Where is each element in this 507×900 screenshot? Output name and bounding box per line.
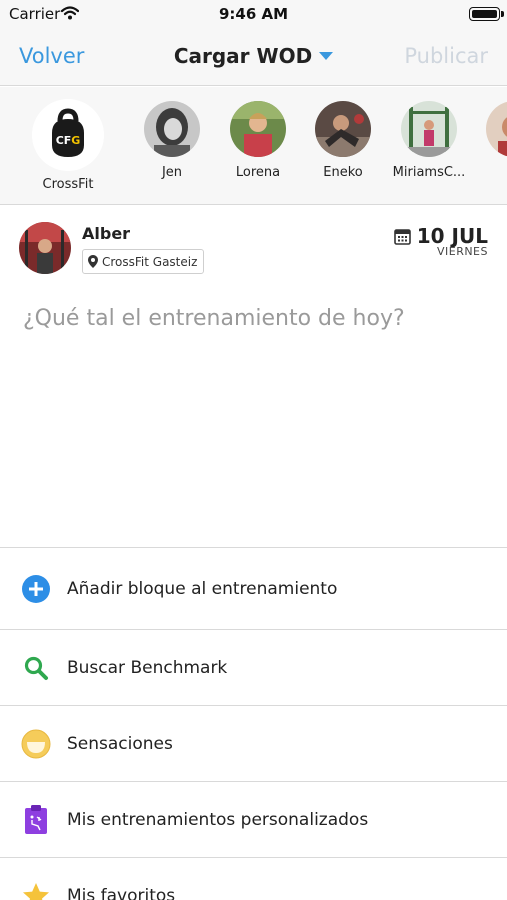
user-avatar[interactable] bbox=[19, 222, 71, 274]
calendar-icon bbox=[393, 228, 411, 245]
battery-icon bbox=[469, 7, 504, 21]
menu-item-label: Sensaciones bbox=[67, 733, 173, 754]
avatar bbox=[486, 101, 507, 157]
avatar bbox=[401, 101, 457, 157]
crossfit-logo: CFG bbox=[32, 99, 104, 171]
user-name[interactable]: Alber bbox=[82, 224, 130, 243]
story-label: Lorena bbox=[235, 165, 281, 180]
menu-item-label: Añadir bloque al entrenamiento bbox=[67, 578, 338, 599]
story-label: CrossFit bbox=[42, 177, 94, 192]
avatar bbox=[230, 101, 286, 157]
favorites-button[interactable]: Mis favoritos bbox=[0, 857, 507, 900]
clipboard-icon bbox=[21, 804, 51, 835]
story-label: A bbox=[469, 165, 507, 180]
location-pin-icon bbox=[88, 255, 98, 268]
story-eneko[interactable]: Eneko bbox=[298, 101, 388, 180]
avatar bbox=[315, 101, 371, 157]
publish-button[interactable]: Publicar bbox=[404, 44, 488, 68]
community-row: CFG CrossFit Jen Lorena Eneko MiriamsC..… bbox=[0, 87, 507, 205]
story-miriamsc[interactable]: MiriamsC... bbox=[384, 101, 474, 180]
add-circle-icon bbox=[21, 574, 51, 604]
story-label: Jen bbox=[161, 165, 183, 180]
story-partial[interactable]: A bbox=[469, 101, 507, 180]
story-label: MiriamsC... bbox=[392, 165, 466, 180]
story-jen[interactable]: Jen bbox=[127, 101, 217, 180]
sensations-button[interactable]: Sensaciones bbox=[0, 705, 507, 781]
add-block-button[interactable]: Añadir bloque al entrenamiento bbox=[0, 547, 507, 629]
workout-text-input[interactable]: ¿Qué tal el entrenamiento de hoy? bbox=[23, 306, 405, 331]
menu-item-label: Mis favoritos bbox=[67, 885, 176, 900]
custom-workouts-button[interactable]: Mis entrenamientos personalizados bbox=[0, 781, 507, 857]
search-benchmark-button[interactable]: Buscar Benchmark bbox=[0, 629, 507, 705]
date-picker[interactable]: 10 JUL VIERNES bbox=[393, 224, 488, 258]
location-tag[interactable]: CrossFit Gasteiz bbox=[82, 249, 205, 274]
weekday-label: VIERNES bbox=[436, 245, 488, 258]
action-menu: Añadir bloque al entrenamiento Buscar Be… bbox=[0, 547, 507, 900]
star-icon bbox=[21, 881, 51, 900]
menu-item-label: Buscar Benchmark bbox=[67, 657, 228, 678]
story-label: Eneko bbox=[323, 165, 363, 180]
svg-text:CFG: CFG bbox=[56, 134, 81, 147]
status-bar: Carrier 9:46 AM bbox=[0, 0, 507, 28]
page-title: Cargar WOD bbox=[173, 44, 313, 68]
story-crossfit[interactable]: CFG CrossFit bbox=[23, 99, 113, 192]
location-label: CrossFit Gasteiz bbox=[102, 254, 198, 269]
nav-bar: Volver Cargar WOD Publicar bbox=[0, 28, 507, 86]
menu-item-label: Mis entrenamientos personalizados bbox=[67, 809, 369, 830]
clock: 9:46 AM bbox=[218, 5, 289, 23]
smiley-icon bbox=[21, 729, 51, 759]
avatar bbox=[144, 101, 200, 157]
search-icon bbox=[21, 653, 51, 683]
caret-down-icon bbox=[319, 51, 334, 60]
story-lorena[interactable]: Lorena bbox=[213, 101, 303, 180]
